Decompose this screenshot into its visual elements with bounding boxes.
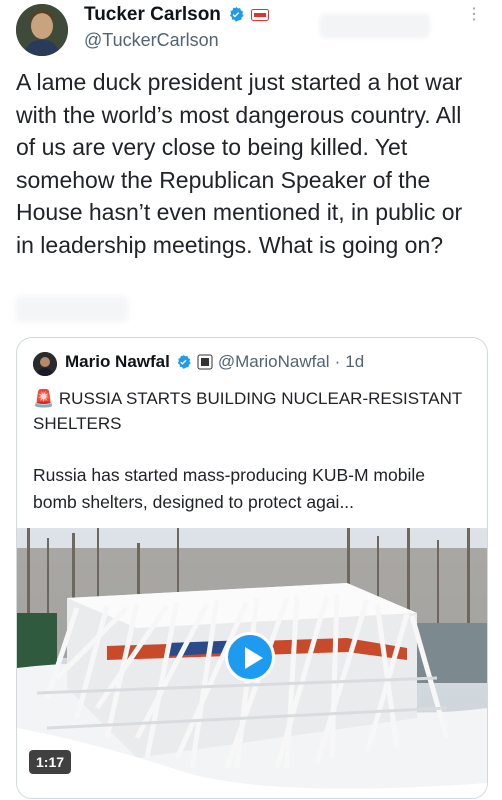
quoted-tweet[interactable]: Mario Nawfal @MarioNawfal · 1d 🚨 RUSSIA …: [16, 337, 488, 799]
quoted-name-row: Mario Nawfal @MarioNawfal · 1d: [65, 352, 364, 372]
quoted-timestamp[interactable]: 1d: [345, 352, 364, 372]
play-button[interactable]: [225, 632, 275, 682]
quoted-headline: 🚨 RUSSIA STARTS BUILDING NUCLEAR-RESISTA…: [33, 389, 462, 433]
verified-icon: [177, 354, 191, 369]
quoted-author-handle[interactable]: @MarioNawfal: [218, 352, 330, 372]
verified-icon: [229, 6, 244, 22]
avatar-photo: [33, 352, 57, 376]
author-avatar[interactable]: [16, 4, 68, 56]
blurred-region: [320, 14, 430, 38]
blurred-region: [16, 296, 128, 322]
author-handle[interactable]: @TuckerCarlson: [84, 30, 219, 51]
quoted-body-text: Russia has started mass-producing KUB-M …: [33, 465, 425, 512]
quoted-author-name[interactable]: Mario Nawfal: [65, 352, 170, 372]
separator-dot: ·: [334, 352, 341, 371]
video-duration: 1:17: [29, 750, 72, 774]
quoted-author-avatar[interactable]: [33, 352, 57, 376]
video-player[interactable]: 1:17: [17, 528, 487, 798]
author-name-row: Tucker Carlson: [84, 4, 269, 26]
more-options-icon[interactable]: ⋮: [466, 7, 482, 23]
org-badge-icon: [197, 354, 213, 370]
affiliate-badge-icon: [250, 9, 269, 21]
tweet-text: A lame duck president just started a hot…: [16, 69, 463, 258]
avatar-photo: [16, 4, 68, 56]
author-name[interactable]: Tucker Carlson: [84, 4, 221, 26]
